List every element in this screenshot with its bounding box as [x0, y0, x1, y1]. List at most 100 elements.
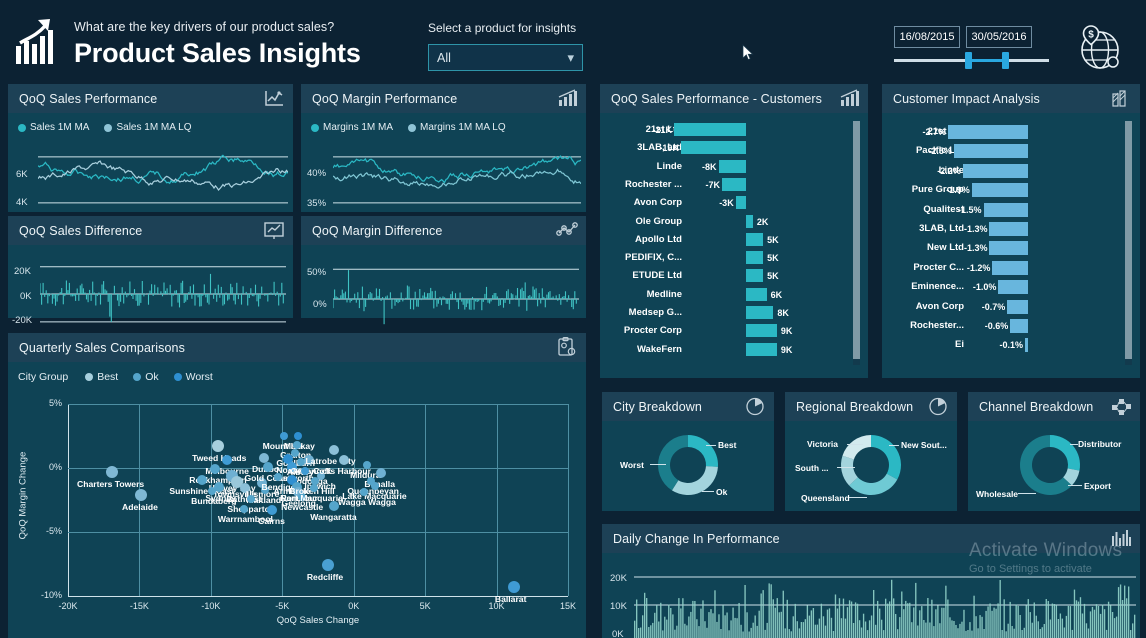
- scatter-point[interactable]: [328, 501, 339, 512]
- bar[interactable]: [746, 214, 753, 228]
- scatter-point[interactable]: [106, 465, 119, 478]
- date-from-input[interactable]: 16/08/2015: [894, 26, 960, 48]
- scrollbar-track[interactable]: [853, 121, 860, 365]
- bar-row[interactable]: Apollo Ltd 5K: [606, 232, 854, 247]
- scrollbar-track[interactable]: [1125, 121, 1132, 365]
- bar[interactable]: [1007, 299, 1028, 314]
- donut-slice[interactable]: [871, 435, 901, 480]
- bar-row[interactable]: Rochester... -0.6%: [888, 319, 1126, 333]
- bar[interactable]: [746, 287, 767, 301]
- scatter-point[interactable]: [507, 581, 520, 594]
- bar-row[interactable]: 3LAB, Ltd -1.3%: [888, 222, 1126, 236]
- bar-row[interactable]: Linde -2.2%: [888, 163, 1126, 178]
- bar[interactable]: [992, 260, 1028, 275]
- scatter-point[interactable]: [263, 461, 273, 472]
- customers-bar-list[interactable]: 21st Ltd -21K 3LAB, Ltd -19K Linde -8K Rochest…: [606, 123, 854, 363]
- scrollbar-thumb[interactable]: [853, 121, 860, 359]
- bar[interactable]: [998, 280, 1028, 295]
- date-range-slicer[interactable]: 16/08/2015 30/05/2016: [894, 26, 1049, 71]
- scatter-plot-area[interactable]: 5% 0% -5% -10% -20K -15K -10K -5K 0K 5K 10K 15K QoQ …: [8, 390, 586, 638]
- scatter-point[interactable]: [359, 488, 368, 497]
- scatter-point[interactable]: [221, 455, 232, 466]
- scatter-point[interactable]: [291, 448, 300, 457]
- bar-row[interactable]: 21st Ltd -21K: [606, 123, 854, 137]
- bar-row[interactable]: Eminence... -1.0%: [888, 280, 1126, 295]
- bar-chart-increase-icon[interactable]: [556, 88, 578, 109]
- hatched-chart-icon[interactable]: [1110, 88, 1132, 109]
- donut-slice[interactable]: [688, 435, 718, 467]
- product-slicer-dropdown[interactable]: All ▾: [428, 44, 583, 71]
- bar[interactable]: [718, 159, 746, 173]
- pie-chart-icon[interactable]: [744, 396, 766, 417]
- scatter-point[interactable]: [375, 468, 386, 479]
- bar[interactable]: [746, 269, 764, 283]
- bar[interactable]: [971, 183, 1028, 198]
- scatter-point[interactable]: [338, 455, 349, 466]
- bar[interactable]: [674, 123, 746, 136]
- bar-row[interactable]: Pure Group -1.9%: [888, 183, 1126, 198]
- chart-presentation-icon[interactable]: [263, 220, 285, 241]
- date-slider-handle-right[interactable]: [1002, 52, 1009, 69]
- bar[interactable]: [735, 196, 746, 210]
- donut-slice[interactable]: [658, 435, 688, 491]
- scatter-point[interactable]: [267, 505, 278, 516]
- bar[interactable]: [1010, 319, 1028, 333]
- scatter-point[interactable]: [294, 432, 302, 440]
- bar-row[interactable]: Rochester ... -7K: [606, 177, 854, 192]
- bar-row[interactable]: Ole Group 2K: [606, 214, 854, 229]
- bar-row[interactable]: Ei -0.1%: [888, 338, 1126, 353]
- network-nodes-icon[interactable]: [556, 220, 578, 241]
- bar-row[interactable]: Linde -8K: [606, 159, 854, 174]
- bar[interactable]: [962, 163, 1028, 178]
- bar-row[interactable]: 3LAB, Ltd -19K: [606, 141, 854, 155]
- scatter-point[interactable]: [274, 472, 282, 481]
- bar[interactable]: [722, 177, 746, 191]
- date-to-input[interactable]: 30/05/2016: [966, 26, 1032, 48]
- scatter-point[interactable]: [292, 440, 301, 449]
- bar-row[interactable]: WakeFern 9K: [606, 342, 854, 357]
- bar[interactable]: [746, 232, 764, 246]
- pie-chart-icon[interactable]: [927, 396, 949, 417]
- bar-row[interactable]: New Ltd -1.3%: [888, 241, 1126, 256]
- bar-row[interactable]: PEDIFIX, C... 5K: [606, 251, 854, 265]
- bar-chart-increase-icon[interactable]: [838, 88, 860, 109]
- bar-row[interactable]: Medsep G... 8K: [606, 306, 854, 320]
- bar-row[interactable]: Procter C... -1.2%: [888, 260, 1126, 275]
- scatter-point[interactable]: [279, 432, 288, 440]
- bar-row[interactable]: Pacific Ltd -2.5%: [888, 144, 1126, 159]
- bar[interactable]: [1025, 338, 1028, 353]
- bar[interactable]: [989, 241, 1028, 256]
- donut-slice[interactable]: [1050, 435, 1081, 471]
- donut-slice[interactable]: [842, 435, 871, 460]
- line-chart-icon[interactable]: [263, 88, 285, 109]
- scatter-point[interactable]: [197, 474, 208, 485]
- channel-donut-chart[interactable]: Distributor Export Wholesale: [968, 421, 1140, 511]
- clipboard-gear-icon[interactable]: [556, 337, 578, 358]
- bar-row[interactable]: ETUDE Ltd 5K: [606, 269, 854, 283]
- scatter-point[interactable]: [322, 559, 334, 572]
- scatter-point[interactable]: [239, 504, 248, 513]
- bar-row[interactable]: Avon Corp -3K: [606, 196, 854, 210]
- bar-row[interactable]: Qualitest -1.5%: [888, 202, 1126, 217]
- bar[interactable]: [680, 141, 746, 155]
- bar[interactable]: [746, 251, 764, 265]
- bar-row[interactable]: 21st Ltd -2.7%: [888, 125, 1126, 139]
- bar[interactable]: [983, 202, 1028, 217]
- bar-row[interactable]: Medline 6K: [606, 287, 854, 302]
- bar-row[interactable]: Procter Corp 9K: [606, 324, 854, 338]
- date-slider-handle-left[interactable]: [965, 52, 972, 69]
- scrollbar-thumb[interactable]: [1125, 121, 1132, 359]
- bar-row[interactable]: Avon Corp -0.7%: [888, 299, 1126, 314]
- city-donut-chart[interactable]: Best Ok Worst: [602, 421, 774, 511]
- scatter-point[interactable]: [246, 494, 255, 503]
- scatter-point[interactable]: [371, 481, 380, 490]
- scatter-point[interactable]: [134, 488, 147, 501]
- nodes-network-icon[interactable]: [1110, 396, 1132, 417]
- scatter-point[interactable]: [212, 440, 224, 453]
- scatter-point[interactable]: [301, 466, 310, 475]
- bar[interactable]: [948, 125, 1028, 139]
- bar[interactable]: [953, 144, 1028, 159]
- bar[interactable]: [746, 306, 774, 319]
- impact-bar-list[interactable]: 21st Ltd -2.7% Pacific Ltd -2.5% Linde -2.2% P…: [888, 125, 1126, 361]
- regional-donut-chart[interactable]: New Sout... Queensland South ... Victoria: [785, 421, 957, 511]
